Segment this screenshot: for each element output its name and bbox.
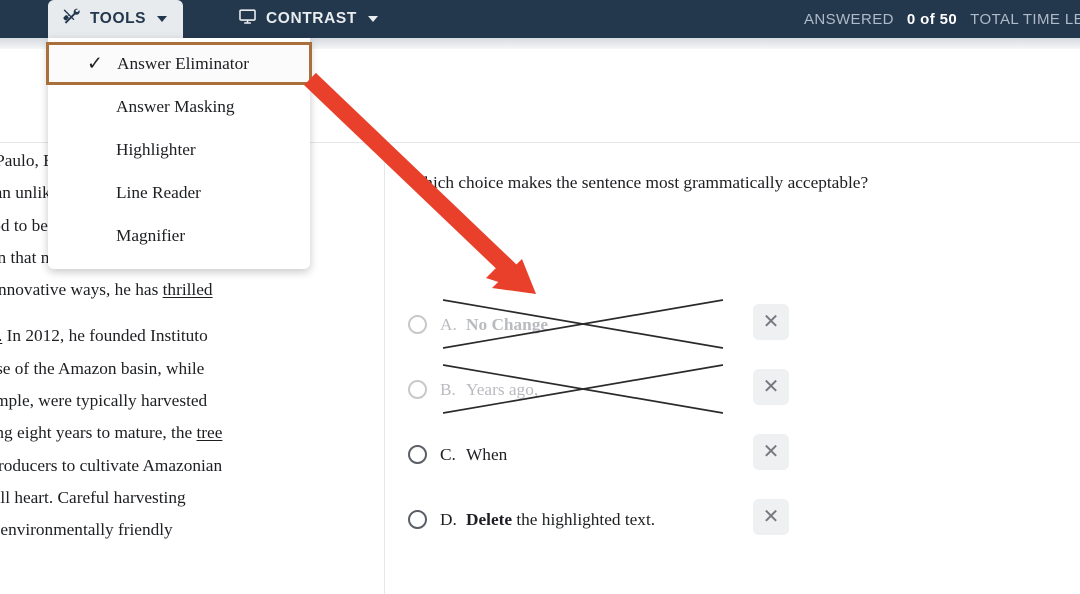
tools-dropdown-menu[interactable]: ✓ Answer Eliminator Answer Masking Highl…: [46, 38, 312, 269]
eliminate-button-d[interactable]: ✕: [753, 499, 789, 535]
test-app-window: t in São Paulo, Brazil, chef Alex Atala …: [0, 0, 1080, 594]
passage-paragraph-2: s cuisine. In 2012, he founded Instituto…: [0, 320, 372, 546]
choice-text-b: Years ago,: [466, 379, 539, 399]
check-icon: ✓: [87, 53, 103, 74]
answered-count: 0 of 50: [906, 10, 958, 28]
passage-line: y. Needing eight years to mature, the tr…: [0, 423, 223, 443]
column-divider: [384, 143, 385, 594]
eliminate-button-a[interactable]: ✕: [753, 304, 789, 340]
choice-letter-b: B.: [440, 379, 456, 399]
passage-underline: thrilled: [162, 280, 213, 300]
choice-text-c: When: [466, 444, 508, 464]
total-time-left-label: TOTAL TIME LE: [970, 10, 1080, 28]
menu-item-label: Magnifier: [116, 225, 186, 245]
answer-choice-a[interactable]: A. No Change ✕: [408, 292, 1048, 357]
menu-item-answer-eliminator[interactable]: ✓ Answer Eliminator: [46, 42, 312, 85]
passage-line: larly those of the Amazon basin, while: [0, 358, 205, 378]
status-group: ANSWERED 0 of 50 TOTAL TIME LE: [795, 0, 1080, 38]
contrast-button-label: CONTRAST: [266, 10, 357, 27]
choice-text-d: Delete the highlighted text.: [466, 509, 656, 529]
answered-label: ANSWERED: [803, 10, 894, 28]
choice-text-a: No Change: [466, 314, 549, 334]
choice-letter-a: A.: [440, 314, 457, 334]
menu-item-line-reader[interactable]: Line Reader: [48, 171, 310, 214]
passage-line: nts—in innovative ways, he has thrilled: [0, 280, 213, 300]
menu-item-answer-masking[interactable]: Answer Masking: [48, 85, 310, 128]
passage-line: , for example, were typically harvested: [0, 391, 208, 411]
choice-letter-d: D.: [440, 509, 457, 529]
menu-item-highlighter[interactable]: Highlighter: [48, 128, 310, 171]
choice-letter-c: C.: [440, 444, 456, 464]
radio-choice-b[interactable]: [408, 380, 427, 399]
eliminate-button-c[interactable]: ✕: [753, 434, 789, 470]
passage-line: s cuisine. In 2012, he founded Instituto: [0, 326, 208, 345]
eliminate-icon: ✕: [762, 441, 780, 463]
radio-choice-c[interactable]: [408, 445, 427, 464]
answer-choice-d[interactable]: D. Delete the highlighted text. ✕: [408, 487, 1048, 552]
passage-underline: s cuisine.: [0, 326, 2, 345]
chevron-down-icon: [157, 16, 168, 22]
menu-item-label: Highlighter: [116, 139, 196, 159]
top-toolbar: TOOLS CONTRAST ANSWERED 0 of 50 TOTAL TI…: [0, 0, 1080, 38]
eliminate-icon: ✕: [762, 311, 780, 333]
answer-choice-c[interactable]: C. When ✕: [408, 422, 1048, 487]
answer-choice-b[interactable]: B. Years ago, ✕: [408, 357, 1048, 422]
passage-line: ith a small heart. Careful harvesting: [0, 487, 186, 507]
radio-choice-d[interactable]: [408, 510, 427, 529]
menu-item-label: Answer Masking: [116, 96, 235, 116]
eliminate-button-b[interactable]: ✕: [753, 369, 789, 405]
eliminate-icon: ✕: [762, 376, 780, 398]
tools-button-label: TOOLS: [90, 10, 147, 27]
menu-item-label: Answer Eliminator: [117, 53, 249, 73]
tools-button[interactable]: TOOLS: [48, 0, 184, 38]
tools-wrench-hammer-icon: [62, 7, 81, 31]
contrast-button[interactable]: CONTRAST: [228, 0, 388, 38]
monitor-icon: [238, 7, 257, 31]
radio-choice-a[interactable]: [408, 315, 427, 334]
chevron-down-icon: [367, 16, 378, 22]
menu-item-label: Line Reader: [116, 182, 201, 202]
menu-item-magnifier[interactable]: Magnifier: [48, 214, 310, 257]
passage-underline: tree: [196, 423, 223, 443]
answer-choice-list: A. No Change ✕ B. Years ago, ✕ C. When ✕…: [408, 292, 1048, 552]
question-stem: Which choice makes the sentence most gra…: [408, 173, 869, 192]
passage-line: ulting in environmentally friendly: [0, 520, 173, 540]
eliminate-icon: ✕: [762, 506, 780, 528]
passage-line: uading producers to cultivate Amazonian: [0, 455, 223, 475]
